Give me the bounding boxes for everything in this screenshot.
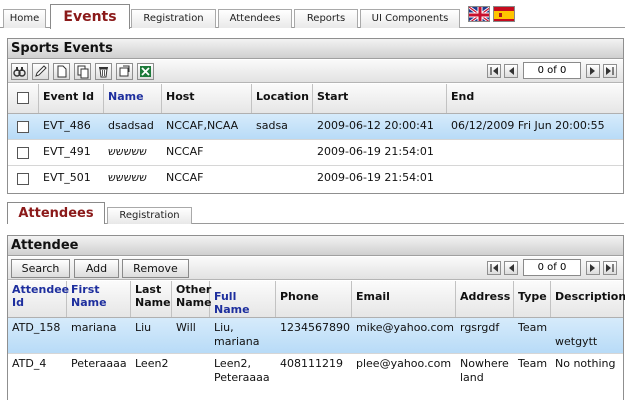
col-last-name[interactable]: Last Name <box>131 281 172 317</box>
first-page-icon[interactable] <box>487 64 501 78</box>
new-icon[interactable] <box>53 63 70 80</box>
first-page-icon[interactable] <box>487 261 501 275</box>
col-description[interactable]: Description <box>551 281 625 317</box>
tab-ui-components[interactable]: UI Components <box>360 9 460 28</box>
tab-reports[interactable]: Reports <box>294 9 358 28</box>
col-name[interactable]: Name <box>104 84 162 113</box>
tab-registration[interactable]: Registration <box>131 9 216 28</box>
search-button[interactable]: Search <box>11 259 70 278</box>
last-page-icon[interactable] <box>603 64 617 78</box>
select-all-checkbox[interactable] <box>17 92 29 104</box>
attendee-toolbar: Search Add Remove 0 of 0 <box>8 257 623 280</box>
panel-title: Sports Events <box>8 39 623 59</box>
attendee-pager[interactable]: 0 of 0 <box>523 259 581 276</box>
col-other-name[interactable]: Other Name <box>172 281 212 317</box>
uk-flag-icon[interactable] <box>468 6 490 22</box>
next-page-icon[interactable] <box>586 261 600 275</box>
prev-page-icon[interactable] <box>504 261 518 275</box>
events-pager[interactable]: 0 of 0 <box>523 62 581 79</box>
col-type[interactable]: Type <box>514 281 551 317</box>
tab-attendees[interactable]: Attendees <box>218 9 292 28</box>
row-checkbox[interactable] <box>17 121 29 133</box>
col-event-id[interactable]: Event Id <box>39 84 104 113</box>
prev-page-icon[interactable] <box>504 64 518 78</box>
excel-export-icon[interactable] <box>137 63 154 80</box>
find-icon[interactable] <box>11 63 28 80</box>
row-checkbox[interactable] <box>17 173 29 185</box>
row-checkbox[interactable] <box>17 147 29 159</box>
events-toolbar: 0 of 0 <box>8 60 623 83</box>
tab-registration-sub[interactable]: Registration <box>107 207 192 224</box>
table-row[interactable]: EVT_491 ששששש NCCAF 2009-06-19 21:54:01 <box>8 140 623 166</box>
delete-icon[interactable] <box>95 63 112 80</box>
tab-home[interactable]: Home <box>3 9 46 28</box>
panel-title: Attendee <box>8 236 623 256</box>
refresh-icon[interactable] <box>116 63 133 80</box>
col-end[interactable]: End <box>447 84 623 113</box>
table-row[interactable]: ATD_158 mariana Liu Will Liu, mariana 12… <box>8 318 623 354</box>
attendee-panel: Attendee Search Add Remove 0 of 0 Attend… <box>7 235 625 400</box>
spain-flag-icon[interactable] <box>493 6 515 22</box>
last-page-icon[interactable] <box>603 261 617 275</box>
sub-tab-bar: Attendees Registration <box>7 202 624 224</box>
events-header-row: Event Id Name Host Location Start End <box>8 84 623 114</box>
copy-icon[interactable] <box>74 63 91 80</box>
attendee-header-row: Attendee Id First Name Last Name Other N… <box>8 281 625 318</box>
col-attendee-id[interactable]: Attendee Id <box>8 281 69 317</box>
main-tab-bar: Home Events Registration Attendees Repor… <box>0 0 625 29</box>
col-email[interactable]: Email <box>352 281 456 317</box>
col-start[interactable]: Start <box>313 84 447 113</box>
col-address[interactable]: Address <box>456 281 514 317</box>
col-host[interactable]: Host <box>162 84 252 113</box>
col-first-name[interactable]: First Name <box>67 281 131 317</box>
table-row[interactable]: EVT_486 dsadsad NCCAF,NCAA sadsa 2009-06… <box>8 114 623 140</box>
table-row[interactable]: ATD_4 Peteraaaa Leen2 Leen2, Peteraaaa 4… <box>8 354 623 390</box>
edit-icon[interactable] <box>32 63 49 80</box>
col-location[interactable]: Location <box>252 84 313 113</box>
next-page-icon[interactable] <box>586 64 600 78</box>
sports-events-panel: Sports Events 0 of 0 Event Id Name Host … <box>7 38 624 194</box>
remove-button[interactable]: Remove <box>122 259 189 278</box>
tab-events[interactable]: Events <box>50 4 130 29</box>
tab-attendees-sub[interactable]: Attendees <box>7 202 105 224</box>
table-row[interactable]: EVT_501 ששששש NCCAF 2009-06-19 21:54:01 <box>8 166 623 192</box>
col-phone[interactable]: Phone <box>276 281 352 317</box>
col-full-name[interactable]: Full Name <box>210 281 276 317</box>
add-button[interactable]: Add <box>74 259 119 278</box>
